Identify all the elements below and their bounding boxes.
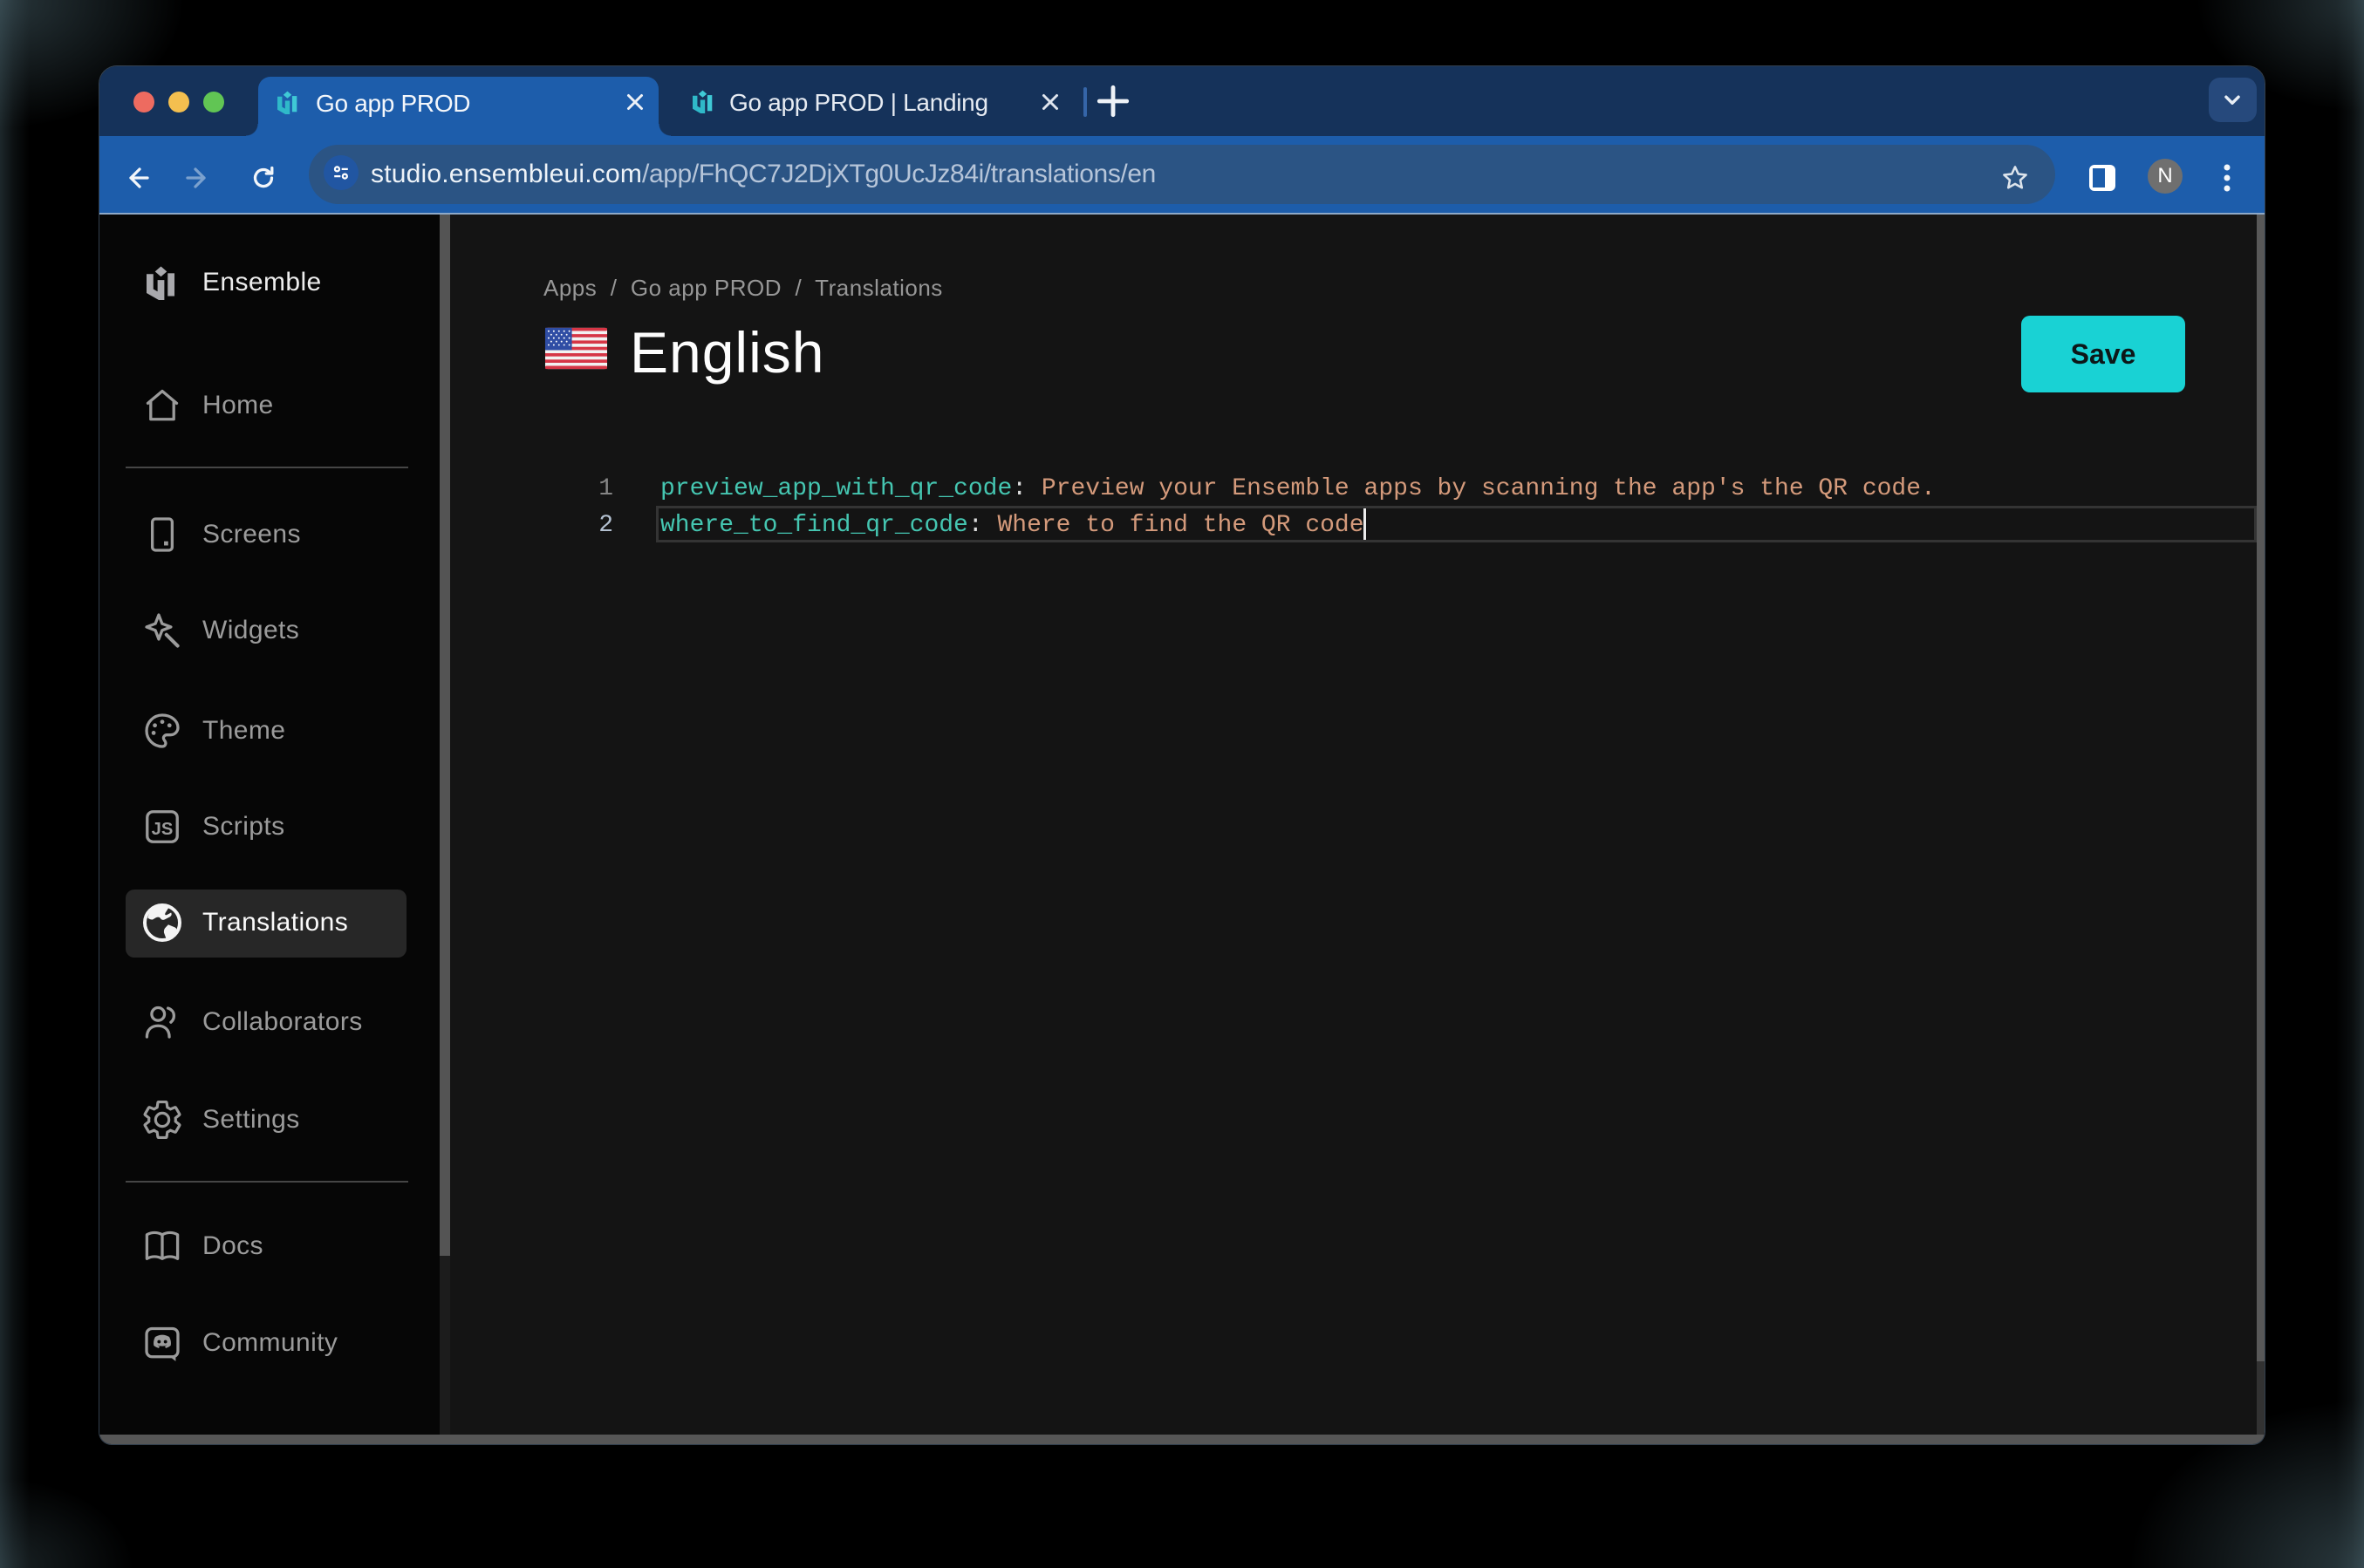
svg-text:JS: JS (152, 820, 174, 839)
